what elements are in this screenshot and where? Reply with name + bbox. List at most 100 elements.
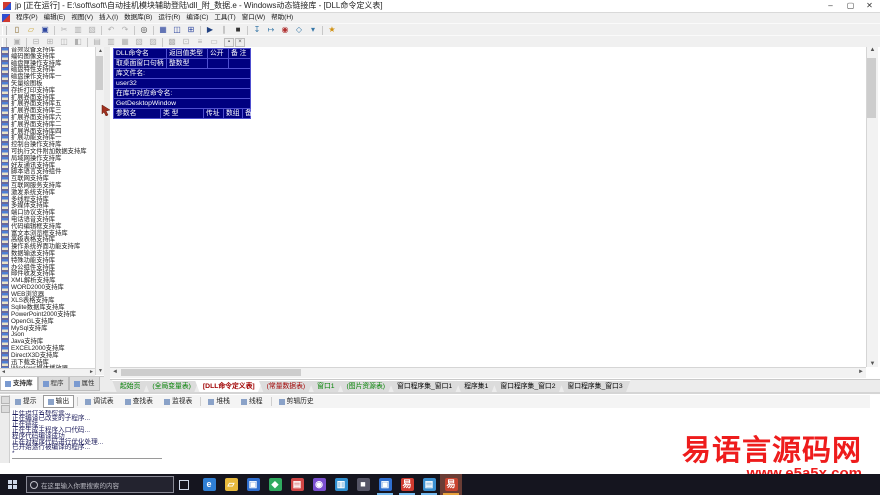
sidebar-tab-属性[interactable]: 属性 [69, 377, 100, 391]
breakpoint-icon[interactable]: ◉ [279, 25, 291, 35]
watch-icon[interactable]: ◇ [293, 25, 305, 35]
output-tab-剪辑历史[interactable]: 剪辑历史 [274, 395, 319, 408]
run-icon[interactable]: ▶ [204, 25, 216, 35]
menu-item[interactable]: 工具(T) [211, 13, 238, 23]
app-icon [3, 2, 11, 10]
table-cell[interactable] [229, 59, 259, 68]
new-file-icon[interactable]: ▯ [11, 25, 23, 35]
output-tab-提示[interactable]: 提示 [10, 395, 42, 408]
output-tab-查找表[interactable]: 查找表 [120, 395, 158, 408]
table-cell[interactable]: 返回值类型 [167, 49, 208, 58]
table-cell[interactable]: 数组 [224, 109, 243, 118]
app-glyph: ▣ [379, 478, 392, 491]
output-close-button[interactable] [1, 405, 10, 413]
menu-item[interactable]: 帮助(H) [268, 13, 296, 23]
taskbar-search-input[interactable]: 在这里输入你要搜索的内容 [26, 476, 174, 493]
watermark-site-name: 易语言源码网 [682, 436, 862, 466]
app-blue-icon[interactable]: ▣ [242, 474, 264, 495]
active-elang-icon[interactable]: 易 [440, 474, 462, 495]
sidebar-horizontal-scrollbar[interactable]: ◄ ► [0, 368, 95, 376]
table-cell[interactable]: 备 注 [243, 109, 262, 118]
pause-icon: ∥ [218, 25, 230, 35]
sidebar-tab-支持库[interactable]: 支持库 [0, 377, 38, 391]
table-cell[interactable]: 参数名 [114, 109, 161, 118]
table-cell[interactable]: 取桌面窗口句柄 [114, 59, 167, 68]
toolbar-separator [54, 26, 55, 35]
scroll-down-arrow[interactable]: ▼ [867, 361, 878, 367]
table-cell[interactable]: 备 注 [229, 49, 259, 58]
scroll-left-arrow[interactable]: ◄ [112, 369, 118, 375]
task-view-button[interactable] [174, 474, 194, 495]
menu-item[interactable]: 插入(I) [96, 13, 121, 23]
step-over-icon[interactable]: ↦ [265, 25, 277, 35]
toolbar-grip[interactable] [2, 38, 7, 47]
maximize-button[interactable]: ▢ [841, 0, 860, 12]
flag-icon[interactable]: ▾ [307, 25, 319, 35]
app-purple-icon[interactable]: ◉ [308, 474, 330, 495]
open-app-elang-icon[interactable]: 易 [396, 474, 418, 495]
find-icon[interactable]: ◎ [138, 25, 150, 35]
table-cell[interactable]: 库文件名: [114, 69, 250, 78]
layout-window-icon[interactable]: ▦ [157, 25, 169, 35]
tab-label: 程序 [51, 377, 64, 390]
menu-item[interactable]: 视图(V) [68, 13, 96, 23]
close-button[interactable]: ✕ [860, 0, 879, 12]
menu-item[interactable]: 程序(P) [13, 13, 41, 23]
app-green-icon[interactable]: ◆ [264, 474, 286, 495]
output-tab-监视表[interactable]: 监视表 [159, 395, 197, 408]
scroll-left-arrow[interactable]: ◄ [1, 369, 6, 376]
step-into-icon[interactable]: ↧ [251, 25, 263, 35]
open-app-blue-icon[interactable]: ▣ [374, 474, 396, 495]
edge-browser-icon[interactable]: e [198, 474, 220, 495]
search-placeholder: 在这里输入你要搜索的内容 [41, 480, 119, 490]
menu-item[interactable]: 窗口(W) [239, 13, 268, 23]
file-explorer-icon[interactable]: ▱ [220, 474, 242, 495]
open-file-icon[interactable]: ▱ [25, 25, 37, 35]
panel-pin-button[interactable]: ▪ [224, 38, 234, 47]
layout-split-icon[interactable]: ◫ [171, 25, 183, 35]
tab-icon [85, 399, 91, 405]
output-tab-线程[interactable]: 线程 [236, 395, 268, 408]
table-cell[interactable]: DLL命令名 [114, 49, 167, 58]
table-cell[interactable]: 整数型 [167, 59, 208, 68]
scrollbar-thumb[interactable] [121, 369, 301, 376]
table-cell[interactable]: 在库中对应命令名: [114, 89, 250, 98]
save-icon[interactable]: ▣ [39, 25, 51, 35]
output-tab-调试表[interactable]: 调试表 [80, 395, 118, 408]
output-tab-输出[interactable]: 输出 [43, 395, 75, 408]
table-cell[interactable]: GetDesktopWindow [114, 99, 250, 108]
toolbar-grip[interactable] [2, 26, 7, 35]
table-cell[interactable]: user32 [114, 79, 250, 88]
wizard-icon[interactable]: ★ [326, 25, 338, 35]
output-pin-button[interactable] [1, 396, 10, 404]
sidebar-tab-程序[interactable]: 程序 [38, 377, 69, 391]
table-cell[interactable]: 传址 [204, 109, 224, 118]
center-h-icon: ◧ [72, 37, 84, 47]
panel-close-button[interactable]: × [235, 38, 245, 47]
start-button[interactable] [0, 474, 24, 495]
scrollbar-thumb[interactable] [867, 58, 876, 118]
tab-icon [48, 399, 54, 405]
table-cell[interactable]: 类 型 [161, 109, 204, 118]
minimize-button[interactable]: – [821, 0, 840, 12]
output-grip[interactable] [0, 395, 10, 463]
app-teal-icon[interactable]: ▥ [330, 474, 352, 495]
table-cell[interactable]: 公开 [208, 49, 229, 58]
stop-icon[interactable]: ■ [232, 25, 244, 35]
scrollbar-thumb[interactable] [96, 56, 103, 90]
menu-item[interactable]: 编译(C) [183, 13, 211, 23]
workspace: 音频设备支持库编码图像支持库磁盘匣操作支持库磁盘特性支持库磁盘操作支持库一矢量绘… [0, 47, 880, 392]
menu-item[interactable]: 运行(R) [155, 13, 183, 23]
output-tab-堆栈[interactable]: 堆栈 [203, 395, 235, 408]
table-cell[interactable] [208, 59, 229, 68]
menu-item[interactable]: 数据库(B) [121, 13, 155, 23]
menu-item[interactable]: 编辑(E) [41, 13, 69, 23]
app-red-icon[interactable]: ▤ [286, 474, 308, 495]
layout-grid-icon[interactable]: ⊞ [185, 25, 197, 35]
scroll-right-arrow[interactable]: ► [89, 369, 94, 376]
open-app-doc-icon[interactable]: ▤ [418, 474, 440, 495]
scroll-right-arrow[interactable]: ► [858, 369, 864, 375]
app-dark-icon[interactable]: ■ [352, 474, 374, 495]
scroll-up-arrow[interactable]: ▲ [867, 47, 878, 53]
tab-icon [125, 399, 131, 405]
